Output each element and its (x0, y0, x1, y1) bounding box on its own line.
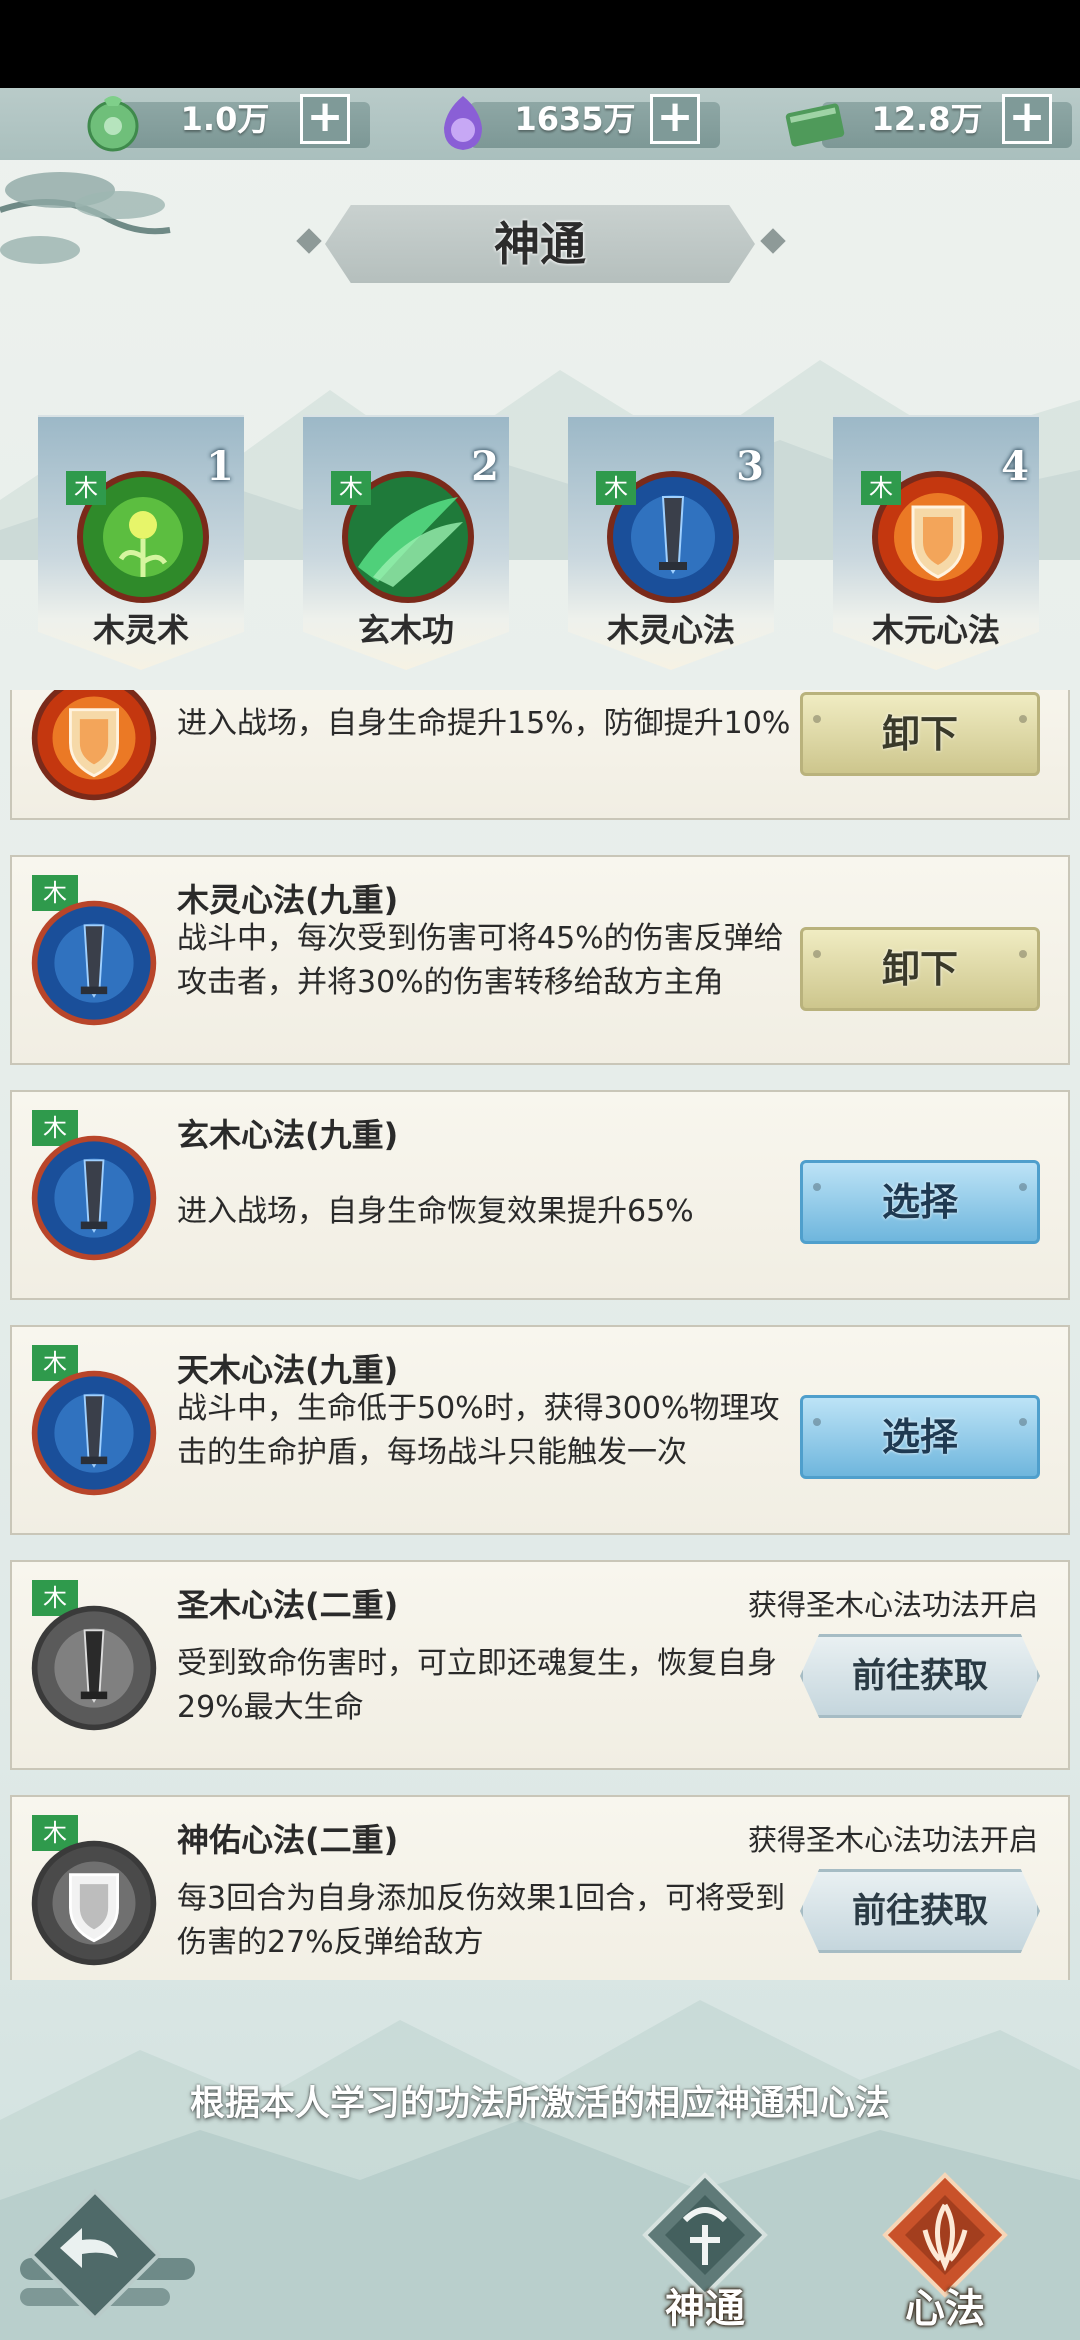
skill-description: 受到致命伤害时，可立即还魂复生，恢复自身29%最大生命 (177, 1646, 777, 1725)
blue-sword-icon (31, 1370, 157, 1496)
resource-scroll: 12.8万 + (782, 94, 1072, 152)
back-arrow-icon[interactable] (20, 2188, 195, 2318)
skill-name: 神佑心法(二重) (177, 1821, 399, 1859)
select-button[interactable]: 选择 (800, 1160, 1040, 1244)
skill-name: 玄木心法(九重) (177, 1116, 399, 1154)
unlock-condition: 获得圣木心法功法开启 (747, 1588, 1038, 1622)
tab-3[interactable]: 3 木 木灵心法 (568, 415, 774, 670)
skill-description: 每3回合为自身添加反伤效果1回合，可将受到伤害的27%反弹给敌方 (177, 1881, 786, 1960)
add-spirit-button[interactable]: + (650, 94, 700, 144)
pine-branch-decoration (0, 172, 171, 264)
skill-card: 进入战场，自身生命提升15%，防御提升10% 卸下 (10, 690, 1070, 820)
skill-description: 进入战场，自身生命恢复效果提升65% (177, 1194, 694, 1229)
tab-label: 木灵术 (92, 611, 189, 649)
tab-label: 木元心法 (871, 611, 1000, 649)
skill-card-locked: 木 神佑心法(二重) 获得圣木心法功法开启 每3回合为自身添加反伤效果1回合，可… (10, 1795, 1070, 1980)
skill-name: 木灵心法(九重) (177, 881, 399, 919)
scroll-amount: 12.8万 (871, 100, 983, 138)
element-tag: 木 (66, 471, 106, 505)
skill-name: 天木心法(九重) (177, 1351, 399, 1389)
tab-1[interactable]: 1 木 木灵术 (38, 415, 244, 670)
green-scroll-icon (785, 103, 845, 147)
nav-shentong-button[interactable]: 神通 (630, 2170, 780, 2340)
resource-jade: 1.0万 + (80, 94, 370, 152)
jade-coin-icon (87, 96, 139, 152)
title-diamond-left (296, 228, 322, 254)
resource-bar: 1.0万 + 1635万 + 12.8万 + (0, 88, 1080, 160)
tab-2[interactable]: 2 木 玄木功 (303, 415, 509, 670)
go-obtain-button[interactable]: 前往获取 (800, 1634, 1040, 1718)
element-tag: 木 (331, 471, 371, 505)
tab-label: 木灵心法 (606, 611, 735, 649)
gray-shield-icon (31, 1840, 157, 1966)
unlock-condition: 获得圣木心法功法开启 (747, 1823, 1038, 1857)
footer-hint: 根据本人学习的功法所激活的相应神通和心法 (189, 2084, 890, 2124)
fire-shield-icon (31, 690, 157, 801)
spirit-amount: 1635万 (514, 100, 636, 138)
purple-spirit-icon (444, 96, 482, 150)
skill-list[interactable]: 进入战场，自身生命提升15%，防御提升10% 卸下 木 木灵心法(九重) 战斗中… (10, 690, 1070, 1980)
skill-description: 进入战场，自身生命提升15%，防御提升10% (177, 706, 791, 741)
unload-button[interactable]: 卸下 (800, 692, 1040, 776)
blue-sword-icon (31, 1135, 157, 1261)
tab-4[interactable]: 4 木 木元心法 (833, 415, 1039, 670)
tab-label: 玄木功 (357, 611, 454, 649)
nav-label: 心法 (905, 2285, 985, 2332)
jade-amount: 1.0万 (180, 100, 270, 138)
add-scroll-button[interactable]: + (1002, 94, 1052, 144)
element-tag: 木 (861, 471, 901, 505)
resource-spirit: 1635万 + (430, 94, 720, 152)
skill-card: 木 玄木心法(九重) 进入战场，自身生命恢复效果提升65% 选择 (10, 1090, 1070, 1300)
select-button[interactable]: 选择 (800, 1395, 1040, 1479)
gray-sword-icon (31, 1605, 157, 1731)
skill-card-locked: 木 圣木心法(二重) 获得圣木心法功法开启 受到致命伤害时，可立即还魂复生，恢复… (10, 1560, 1070, 1770)
nav-xinfa-button[interactable]: 心法 (870, 2170, 1020, 2340)
unload-button[interactable]: 卸下 (800, 927, 1040, 1011)
skill-description: 战斗中，每次受到伤害可将45%的伤害反弹给攻击者，并将30%的伤害转移给敌方主角 (177, 921, 784, 1000)
nav-label: 神通 (665, 2285, 745, 2332)
go-obtain-button[interactable]: 前往获取 (800, 1869, 1040, 1953)
element-tag: 木 (596, 471, 636, 505)
status-bar (0, 0, 1080, 88)
skill-name: 圣木心法(二重) (177, 1586, 399, 1624)
page-title: 神通 (494, 217, 586, 271)
skill-card: 木 天木心法(九重) 战斗中，生命低于50%时，获得300%物理攻击的生命护盾，… (10, 1325, 1070, 1535)
title-diamond-right (760, 228, 786, 254)
blue-sword-icon (31, 900, 157, 1026)
skill-description: 战斗中，生命低于50%时，获得300%物理攻击的生命护盾，每场战斗只能触发一次 (177, 1391, 780, 1470)
add-jade-button[interactable]: + (300, 94, 350, 144)
skill-card: 木 木灵心法(九重) 战斗中，每次受到伤害可将45%的伤害反弹给攻击者，并将30… (10, 855, 1070, 1065)
